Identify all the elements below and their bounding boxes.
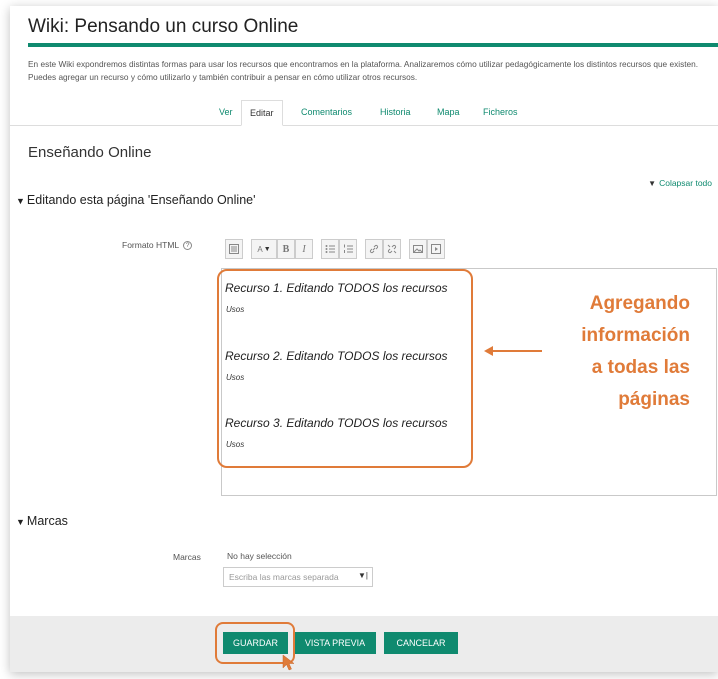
annotation-arrow-icon <box>484 346 493 356</box>
annotation-callout: Agregando información a todas las página… <box>540 288 690 416</box>
format-label-text: Formato HTML <box>122 240 180 250</box>
collapse-triangle-icon: ▼ <box>648 179 657 188</box>
edit-section-heading: Editando esta página 'Enseñando Online' <box>26 193 256 207</box>
expanded-triangle-icon: ▼ <box>16 196 25 206</box>
tags-section-heading: Marcas <box>26 514 68 528</box>
media-icon[interactable] <box>427 239 445 259</box>
numbered-list-icon[interactable] <box>339 239 357 259</box>
title-divider <box>28 43 718 47</box>
format-label: Formato HTML? <box>122 240 193 251</box>
expanded-triangle-icon: ▼ <box>16 517 25 527</box>
tab-ficheros[interactable]: Ficheros <box>475 103 526 121</box>
font-size-label: A <box>257 244 263 254</box>
tab-editar[interactable]: Editar <box>241 100 283 126</box>
wiki-page-name: Enseñando Online <box>28 144 152 161</box>
wiki-intro: En este Wiki expondremos distintas forma… <box>28 59 699 82</box>
tags-label: Marcas <box>173 552 201 562</box>
toolbar-toggle-icon[interactable] <box>225 239 243 259</box>
tags-section-toggle[interactable]: ▼ Marcas <box>16 514 68 528</box>
tab-ver[interactable]: Ver <box>211 103 241 121</box>
collapse-all-link[interactable]: ▼ Colapsar todo <box>648 178 712 188</box>
italic-button[interactable]: I <box>295 239 313 259</box>
help-icon[interactable]: ? <box>183 241 193 251</box>
image-icon[interactable] <box>409 239 427 259</box>
wiki-tabs: Ver Editar Comentarios Historia Mapa Fic… <box>10 98 718 126</box>
link-icon[interactable] <box>365 239 383 259</box>
annotation-line-1: Agregando <box>589 293 690 314</box>
editor-toolbar: A ▼ B I <box>225 239 453 261</box>
annotation-arrow-line <box>492 350 542 352</box>
tags-no-selection: No hay selección <box>227 551 292 561</box>
annotation-line-2: información <box>581 325 690 346</box>
dropdown-arrow-icon[interactable]: ▼| <box>358 571 368 580</box>
tags-input-placeholder: Escriba las marcas separada <box>229 572 339 582</box>
bold-button[interactable]: B <box>277 239 295 259</box>
collapse-all-label: Colapsar todo <box>659 178 712 188</box>
cancel-button[interactable]: CANCELAR <box>384 632 458 654</box>
wiki-page: Wiki: Pensando un curso Online En este W… <box>10 6 718 672</box>
annotation-line-4: páginas <box>618 389 690 410</box>
page-title: Wiki: Pensando un curso Online <box>28 16 299 37</box>
bullet-list-icon[interactable] <box>321 239 339 259</box>
font-size-button[interactable]: A ▼ <box>251 239 277 259</box>
tab-mapa[interactable]: Mapa <box>429 103 468 121</box>
tags-input[interactable]: Escriba las marcas separada ▼| <box>223 567 373 587</box>
edit-section-toggle[interactable]: ▼ Editando esta página 'Enseñando Online' <box>16 193 255 207</box>
annotation-line-3: a todas las <box>591 357 690 378</box>
pointer-arrow-icon <box>282 654 295 671</box>
unlink-icon[interactable] <box>383 239 401 259</box>
tab-historia[interactable]: Historia <box>372 103 419 121</box>
preview-button[interactable]: VISTA PREVIA <box>294 632 376 654</box>
tab-comentarios[interactable]: Comentarios <box>293 103 360 121</box>
content-highlight-box <box>217 269 473 468</box>
